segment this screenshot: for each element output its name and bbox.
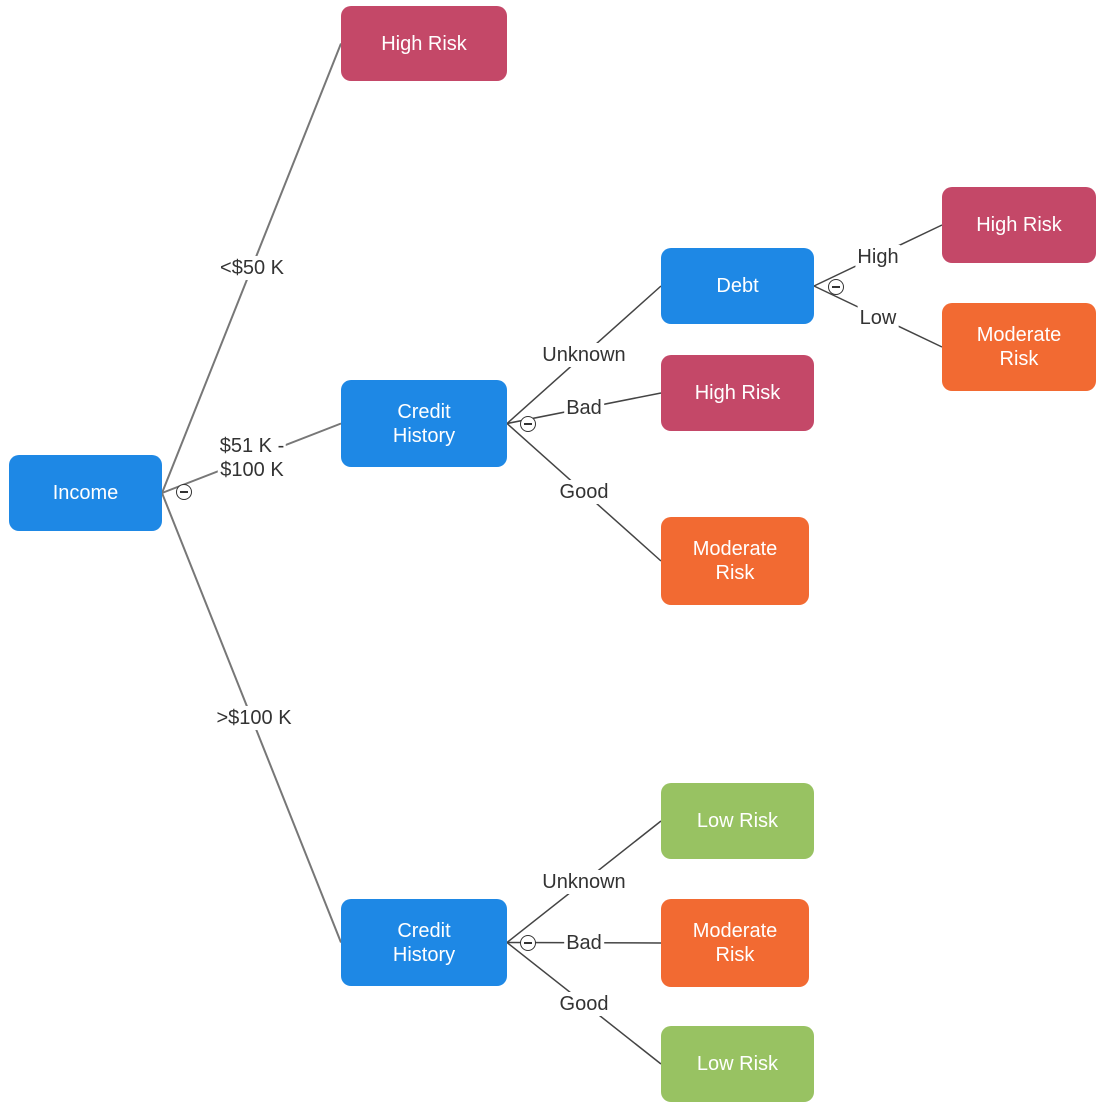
outcome-node-hr2[interactable]: High Risk	[942, 187, 1096, 263]
edge-label: $51 K - $100 K	[217, 434, 287, 482]
decision-node-income[interactable]: Income	[9, 455, 162, 531]
collapse-toggle-icon[interactable]	[176, 484, 192, 500]
collapse-toggle-icon[interactable]	[520, 416, 536, 432]
outcome-node-lr1[interactable]: Low Risk	[661, 783, 814, 859]
collapse-toggle-icon[interactable]	[520, 935, 536, 951]
node-label: Debt	[716, 275, 759, 297]
collapse-toggle-icon[interactable]	[828, 279, 844, 295]
edge-label: Low	[857, 306, 899, 330]
node-label: Credit History	[392, 919, 456, 966]
outcome-node-lr2[interactable]: Low Risk	[661, 1026, 814, 1102]
node-label: Low Risk	[696, 1053, 779, 1075]
outcome-node-mr3[interactable]: Moderate Risk	[661, 899, 809, 987]
edge-label: Bad	[564, 396, 604, 420]
node-label: Moderate Risk	[976, 324, 1062, 370]
outcome-node-mr2[interactable]: Moderate Risk	[661, 517, 809, 605]
node-label: High Risk	[694, 382, 781, 404]
decision-node-ch1[interactable]: Credit History	[341, 380, 507, 467]
node-label: High Risk	[381, 32, 467, 55]
node-label: Low Risk	[696, 810, 779, 832]
edge-label: Good	[557, 992, 611, 1016]
edge-label: <$50 K	[218, 256, 286, 280]
edge-label: Bad	[564, 931, 604, 955]
node-label: Credit History	[392, 400, 456, 447]
outcome-node-hr1[interactable]: High Risk	[341, 6, 507, 81]
edge-label: Unknown	[540, 343, 628, 367]
edge-label: High	[855, 245, 901, 269]
edge-label: Unknown	[540, 870, 628, 894]
node-label: Moderate Risk	[692, 920, 778, 966]
node-label: Moderate Risk	[692, 538, 778, 584]
edge-label: Good	[557, 480, 611, 504]
edge-layer	[161, 43, 943, 1065]
outcome-node-hr3[interactable]: High Risk	[661, 355, 814, 431]
decision-node-debt[interactable]: Debt	[661, 248, 814, 324]
node-label: High Risk	[976, 214, 1062, 236]
edge-label: >$100 K	[214, 706, 294, 730]
node-label: Income	[52, 482, 119, 504]
decision-node-ch2[interactable]: Credit History	[341, 899, 507, 986]
outcome-node-mr1[interactable]: Moderate Risk	[942, 303, 1096, 391]
